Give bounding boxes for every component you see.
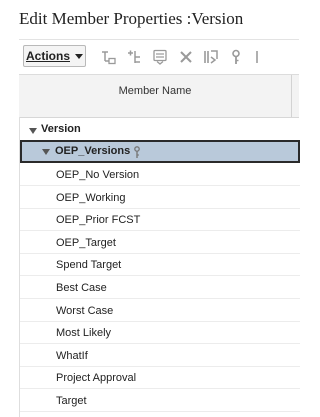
dialog-title: Edit Member Properties :Version <box>19 9 244 28</box>
overflow-marker <box>252 51 258 63</box>
tree-row-selected[interactable]: OEP_Versions <box>20 140 300 163</box>
member-label: Target <box>56 395 87 407</box>
member-row[interactable]: Best Case <box>20 277 300 299</box>
delete-icon[interactable] <box>178 49 194 65</box>
key-icon[interactable] <box>228 49 244 65</box>
member-grid: Version OEP_Versions OEP_No Version OEP_W… <box>19 117 300 417</box>
member-label: OEP_Working <box>56 191 126 204</box>
edit-properties-icon[interactable] <box>152 49 168 65</box>
column-separator[interactable] <box>291 75 292 117</box>
member-label: WhatIf <box>56 349 88 362</box>
member-label: OEP_Target <box>56 236 116 249</box>
member-row[interactable]: Most Likely <box>20 322 300 345</box>
member-label: Spend Target <box>56 259 122 272</box>
chevron-down-icon <box>75 54 83 59</box>
member-row[interactable]: OEP_Target <box>20 232 300 254</box>
actions-menu-button[interactable]: Actions <box>23 45 86 67</box>
add-sibling-icon[interactable] <box>126 49 142 65</box>
toolbar: Actions <box>19 39 299 72</box>
column-header-member-name[interactable]: Member Name <box>19 85 291 97</box>
member-label: Project Approval <box>56 372 137 385</box>
expand-triangle-icon[interactable] <box>29 128 37 134</box>
member-row[interactable]: Target <box>20 390 300 412</box>
key-icon <box>134 146 140 158</box>
member-label: OEP_Prior FCST <box>56 214 141 227</box>
member-row[interactable]: OEP_Working <box>20 187 300 209</box>
member-label: Worst Case <box>56 304 114 317</box>
tree-row-root[interactable]: Version <box>20 119 300 141</box>
move-icon[interactable] <box>203 49 219 65</box>
member-row[interactable]: OEP_No Version <box>20 164 300 186</box>
member-row[interactable]: WhatIf <box>20 345 300 367</box>
root-member-label: Version <box>41 123 81 135</box>
member-label: Best Case <box>56 282 107 294</box>
member-label: OEP_No Version <box>56 169 140 181</box>
add-child-icon[interactable] <box>100 49 116 65</box>
member-row[interactable]: Worst Case <box>20 300 300 322</box>
member-row[interactable]: Spend Target <box>20 254 300 277</box>
selected-member-label: OEP_Versions <box>55 145 131 157</box>
grid-header: Member Name <box>19 74 299 118</box>
actions-label: Actions <box>25 49 70 63</box>
member-label: Most Likely <box>56 327 112 340</box>
member-row[interactable]: OEP_Prior FCST <box>20 209 300 232</box>
expand-triangle-icon[interactable] <box>42 149 50 155</box>
member-row[interactable]: Project Approval <box>20 367 300 390</box>
